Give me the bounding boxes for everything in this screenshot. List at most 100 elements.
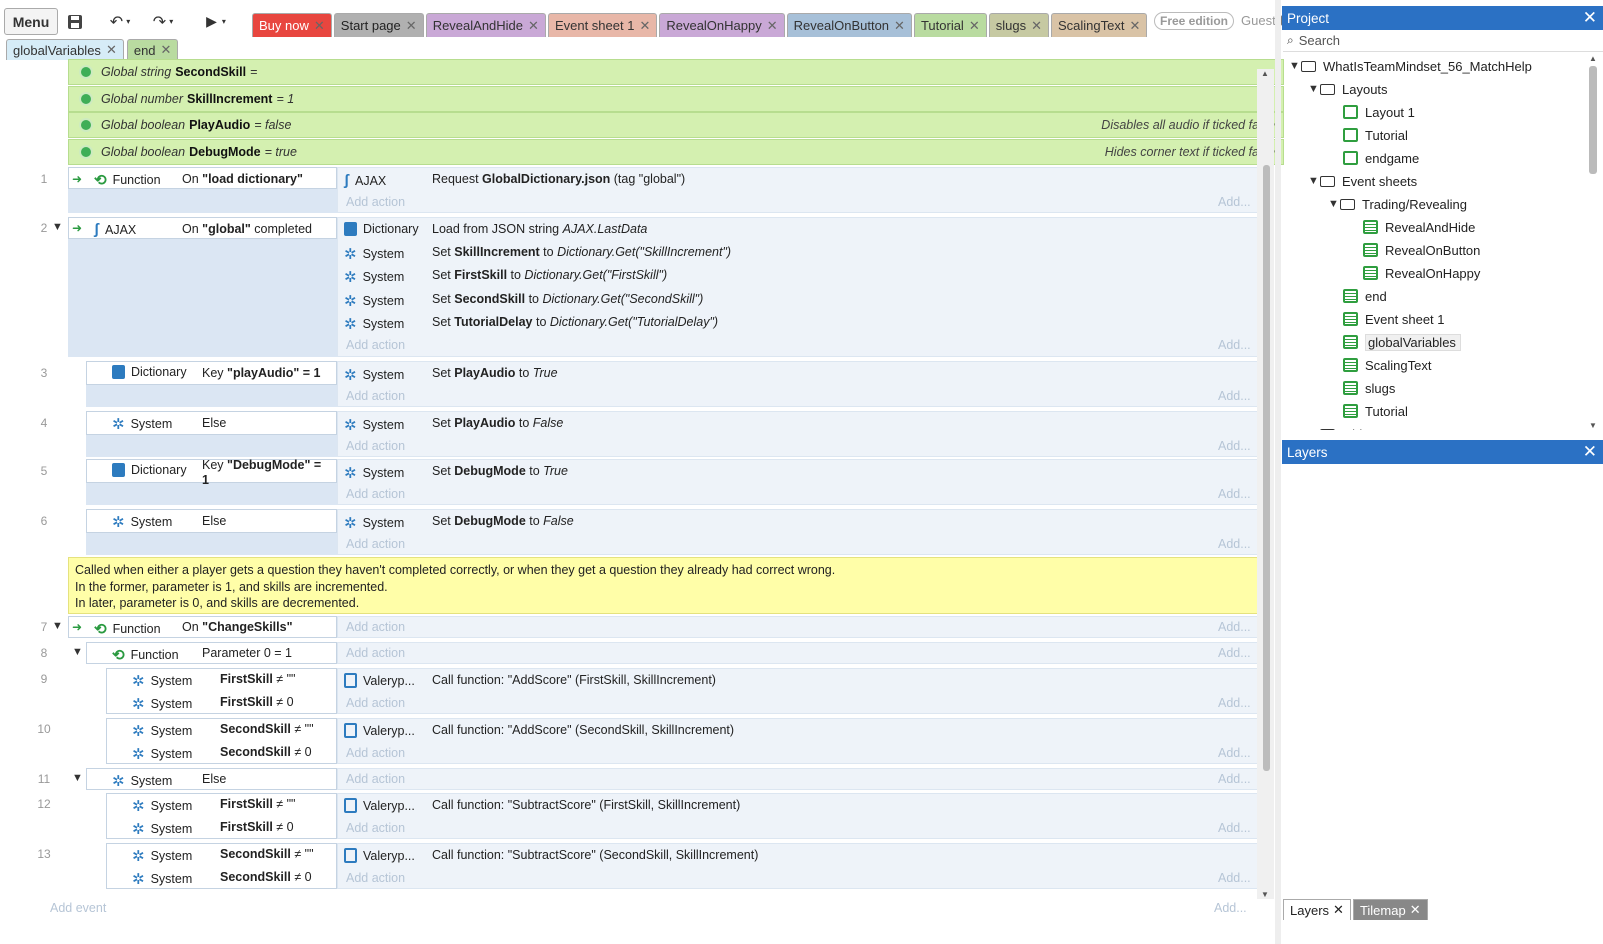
add-action-more[interactable]: Add... <box>1218 646 1251 660</box>
expand-arrow-icon[interactable]: ▼ <box>1308 83 1320 95</box>
tab-1[interactable]: Start page ✕ <box>333 13 424 37</box>
guest-label[interactable]: Guest <box>1241 13 1276 28</box>
global-variable-row[interactable]: Global number SkillIncrement = 1 <box>68 85 1284 112</box>
scroll-down-icon[interactable]: ▼ <box>1261 890 1269 899</box>
tab-3[interactable]: Event sheet 1 ✕ <box>547 13 658 37</box>
condition-object[interactable]: ⟲ Function <box>112 646 179 664</box>
add-action-link[interactable]: Add action <box>346 821 405 835</box>
actions-area[interactable] <box>337 768 1258 790</box>
action-text[interactable]: Call function: "SubtractScore" (SecondSk… <box>432 848 758 862</box>
global-variable-row[interactable]: Global boolean DebugMode = true Hides corne… <box>68 138 1284 165</box>
condition-object[interactable]: Dictionary <box>112 463 187 477</box>
condition-text[interactable]: SecondSkill ≠ 0 <box>220 745 312 759</box>
condition-object[interactable]: ✲ System <box>132 820 192 838</box>
add-action-more[interactable]: Add... <box>1218 338 1251 352</box>
actions-area[interactable] <box>337 616 1258 638</box>
tree-scroll-thumb[interactable] <box>1589 66 1597 174</box>
actions-area[interactable] <box>337 217 1258 357</box>
close-icon[interactable]: ✕ <box>969 18 980 34</box>
condition-object[interactable]: ✲ System <box>132 847 192 865</box>
project-search[interactable]: ⌕ Search <box>1283 30 1603 52</box>
add-action-link[interactable]: Add action <box>346 439 405 453</box>
action-object[interactable]: Valeryp... <box>344 798 415 813</box>
action-object[interactable]: Dictionary <box>344 222 419 236</box>
bottom-tab-0[interactable]: Layers ✕ <box>1283 899 1351 920</box>
bottom-tab-1[interactable]: Tilemap ✕ <box>1352 899 1428 920</box>
action-object[interactable]: ✲ System <box>344 366 404 384</box>
action-object[interactable]: Valeryp... <box>344 848 415 863</box>
tab-2[interactable]: RevealAndHide ✕ <box>425 13 546 37</box>
condition-text[interactable]: FirstSkill ≠ 0 <box>220 820 294 834</box>
add-action-link[interactable]: Add action <box>346 620 405 634</box>
add-action-more[interactable]: Add... <box>1218 871 1251 885</box>
condition-object[interactable]: ✲ System <box>112 415 172 433</box>
sheet-scrollbar[interactable]: ▲ ▼ <box>1257 69 1274 899</box>
close-icon[interactable]: ✕ <box>406 18 417 34</box>
condition-text[interactable]: Else <box>202 772 226 786</box>
condition-text[interactable]: SecondSkill ≠ "" <box>220 847 314 861</box>
action-object[interactable]: ✲ System <box>344 315 404 333</box>
condition-object[interactable]: Dictionary <box>112 365 187 379</box>
tree-layout-item[interactable]: Layout 1 <box>1331 101 1415 123</box>
condition-object[interactable]: ✲ System <box>132 695 192 713</box>
action-object[interactable]: Valeryp... <box>344 673 415 688</box>
close-icon[interactable]: ✕ <box>1031 18 1042 34</box>
add-action-link[interactable]: Add action <box>346 696 405 710</box>
close-icon[interactable]: ✕ <box>106 42 117 58</box>
tree-sheet-item[interactable]: Event sheet 1 <box>1331 308 1445 330</box>
scroll-down-icon[interactable]: ▼ <box>1589 421 1597 430</box>
close-icon[interactable]: ✕ <box>314 18 325 34</box>
condition-object[interactable]: ✲ System <box>112 772 172 790</box>
add-action-more[interactable]: Add... <box>1218 746 1251 760</box>
action-object[interactable]: ✲ System <box>344 245 404 263</box>
action-text[interactable]: Call function: "AddScore" (SecondSkill, … <box>432 723 734 737</box>
action-text[interactable]: Set DebugMode to False <box>432 514 574 528</box>
undo-icon[interactable]: ↶ ▾ <box>104 8 136 35</box>
add-action-link[interactable]: Add action <box>346 871 405 885</box>
condition-text[interactable]: FirstSkill ≠ "" <box>220 797 295 811</box>
close-icon[interactable]: ✕ <box>1129 18 1140 34</box>
close-icon[interactable]: ✕ <box>528 18 539 34</box>
global-variable-row[interactable]: Global string SecondSkill = <box>68 59 1284 85</box>
condition-text[interactable]: FirstSkill ≠ "" <box>220 672 295 686</box>
expand-arrow-icon[interactable]: ▼ <box>1328 198 1340 210</box>
tree-sheet-item[interactable]: end <box>1331 285 1387 307</box>
add-action-link[interactable]: Add action <box>346 389 405 403</box>
add-action-more[interactable]: Add... <box>1218 389 1251 403</box>
action-text[interactable]: Call function: "AddScore" (FirstSkill, S… <box>432 673 716 687</box>
condition-object[interactable]: ✲ System <box>132 672 192 690</box>
add-action-more[interactable]: Add... <box>1218 487 1251 501</box>
action-text[interactable]: Set PlayAudio to False <box>432 416 563 430</box>
action-text[interactable]: Set SkillIncrement to Dictionary.Get("Sk… <box>432 245 731 259</box>
menu-button[interactable]: Menu <box>4 8 58 35</box>
condition-text[interactable]: FirstSkill ≠ 0 <box>220 695 294 709</box>
expand-arrow-icon[interactable]: ▼ <box>52 620 63 632</box>
close-icon[interactable]: ✕ <box>1583 8 1597 28</box>
scroll-up-icon[interactable]: ▲ <box>1261 69 1269 78</box>
tab-5[interactable]: RevealOnButton ✕ <box>786 13 912 37</box>
action-object[interactable]: ✲ System <box>344 416 404 434</box>
global-variable-row[interactable]: Global boolean PlayAudio = false Disables a… <box>68 112 1284 138</box>
condition-object[interactable]: ✲ System <box>132 870 192 888</box>
close-icon[interactable]: ✕ <box>1410 902 1421 918</box>
close-icon[interactable]: ✕ <box>767 18 778 34</box>
add-action-more[interactable]: Add... <box>1218 696 1251 710</box>
tab2-1[interactable]: end ✕ <box>126 39 179 60</box>
action-object[interactable]: Valeryp... <box>344 723 415 738</box>
condition-object[interactable]: ⟲ Function <box>94 620 161 638</box>
action-text[interactable]: Call function: "SubtractScore" (FirstSki… <box>432 798 740 812</box>
condition-object[interactable]: ✲ System <box>112 513 172 531</box>
tree-folder-trading[interactable]: ▼ Trading/Revealing <box>1328 193 1467 215</box>
action-object[interactable]: ✲ System <box>344 514 404 532</box>
scroll-thumb[interactable] <box>1263 165 1270 771</box>
tree-layout-item[interactable]: endgame <box>1331 147 1419 169</box>
tab-8[interactable]: ScalingText ✕ <box>1051 13 1148 37</box>
redo-icon[interactable]: ↷ ▾ <box>145 8 181 35</box>
condition-text[interactable]: On "global" completed <box>182 222 312 236</box>
tab-4[interactable]: RevealOnHappy ✕ <box>659 13 785 37</box>
add-action-link[interactable]: Add action <box>346 537 405 551</box>
close-icon[interactable]: ✕ <box>894 18 905 34</box>
condition-text[interactable]: Else <box>202 416 226 431</box>
action-object[interactable]: ʃ AJAX <box>344 172 386 189</box>
condition-object[interactable]: ʃ AJAX <box>94 221 136 238</box>
